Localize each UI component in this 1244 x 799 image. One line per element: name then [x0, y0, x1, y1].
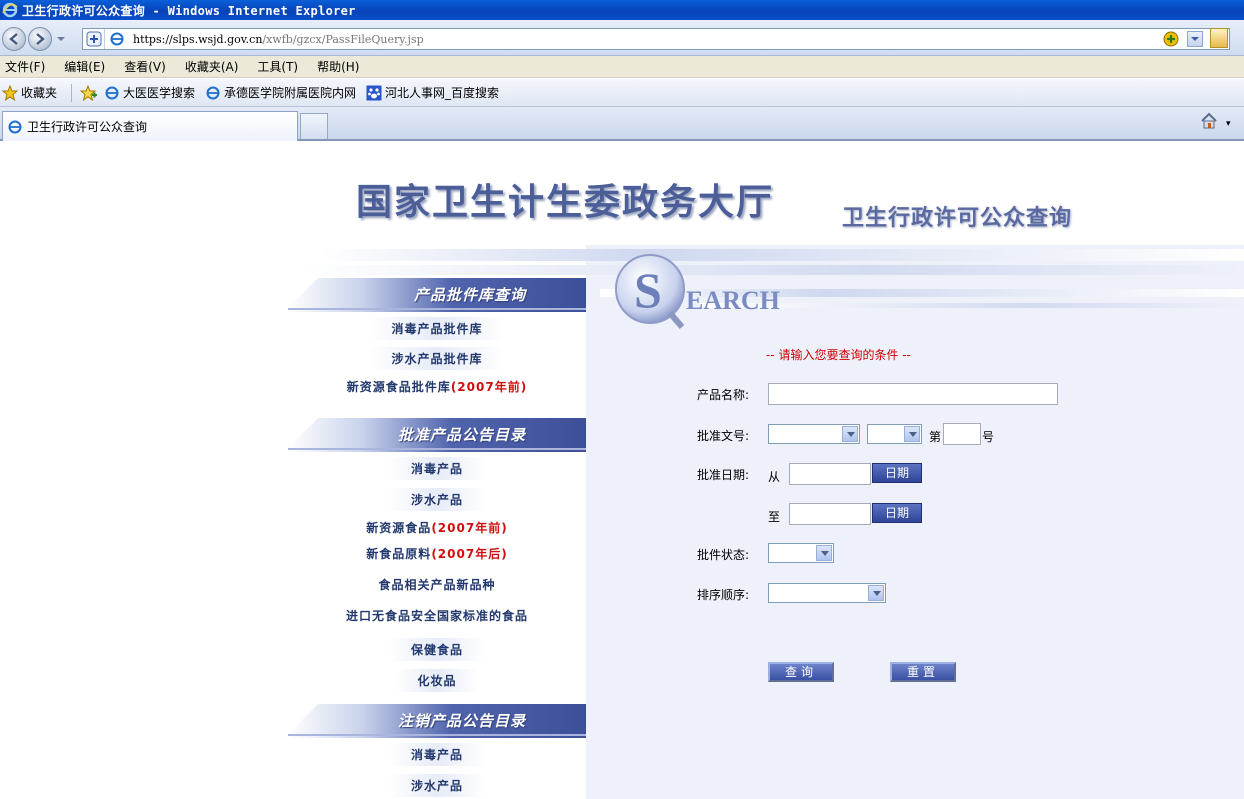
ie-page-icon	[8, 120, 22, 133]
menu-bar: 文件(F) 编辑(E) 查看(V) 收藏夹(A) 工具(T) 帮助(H)	[0, 56, 1244, 78]
approval-no-label: 批准文号:	[697, 429, 750, 443]
section-heading-3: 注销产品公告目录	[288, 704, 586, 738]
chevron-down-icon	[842, 426, 858, 442]
window-titlebar: 卫生行政许可公众查询 - Windows Internet Explorer	[0, 0, 1244, 20]
recent-pages-dropdown-icon[interactable]	[56, 34, 66, 44]
link-new-food-materials[interactable]: 新食品原料(2007年后)	[288, 545, 586, 562]
favorite-link-1-label: 大医医学搜索	[123, 86, 196, 100]
link-disinfection-approvals[interactable]: 消毒产品批件库	[288, 317, 586, 340]
baidu-paw-icon	[366, 85, 382, 100]
link-approved-disinfection[interactable]: 消毒产品	[288, 457, 586, 480]
section-heading-2: 批准产品公告目录	[288, 418, 586, 452]
search-logo-s: S	[634, 262, 662, 318]
favorites-button[interactable]: 收藏夹	[2, 84, 57, 101]
approval-no-number-input[interactable]	[943, 423, 981, 445]
favorite-link-3-label: 河北人事网_百度搜索	[385, 86, 500, 100]
reset-button[interactable]: 重置	[890, 662, 956, 682]
link-cosmetics[interactable]: 化妆品	[288, 669, 586, 692]
query-button[interactable]: 查询	[768, 662, 834, 682]
status-select[interactable]	[768, 543, 834, 563]
address-url[interactable]: https://slps.wsjd.gov.cn/xwfb/gzcx/PassF…	[133, 33, 424, 46]
tab-active[interactable]: 卫生行政许可公众查询	[2, 111, 298, 141]
favorite-link-1[interactable]: 大医医学搜索	[104, 84, 195, 101]
link-cancelled-disinfection[interactable]: 消毒产品	[288, 743, 586, 766]
link-cancelled-water[interactable]: 涉水产品	[288, 774, 586, 797]
chevron-down-icon	[816, 545, 832, 561]
approval-date-label: 批准日期:	[697, 468, 750, 482]
chevron-down-icon	[904, 426, 920, 442]
date-to-input[interactable]	[789, 503, 871, 525]
add-site-icon[interactable]	[83, 29, 105, 49]
new-tab-button[interactable]	[300, 113, 328, 139]
favorite-link-2[interactable]: 承德医学院附属医院内网	[205, 84, 356, 101]
tab-bar: 卫生行政许可公众查询	[0, 107, 1244, 141]
order-label: 排序顺序:	[697, 588, 750, 602]
favorite-link-2-label: 承德医学院附属医院内网	[224, 86, 357, 100]
date-to-button[interactable]: 日期	[872, 503, 922, 523]
menu-help[interactable]: 帮助(H)	[317, 58, 359, 75]
address-bar[interactable]: https://slps.wsjd.gov.cn/xwfb/gzcx/PassF…	[82, 28, 1230, 50]
lock-icon[interactable]	[1210, 28, 1228, 48]
back-button[interactable]	[2, 27, 26, 51]
banner-subtitle: 卫生行政许可公众查询	[842, 206, 1073, 231]
search-logo: S EARCH	[615, 254, 780, 329]
home-icon[interactable]	[1200, 112, 1218, 130]
ie-logo-icon	[2, 2, 18, 18]
home-dropdown-icon[interactable]: ▾	[1226, 119, 1231, 129]
favorites-bar: 收藏夹 大医医学搜索 承德医学院附属医院内网 河北人事网_百度搜索	[0, 79, 1244, 107]
search-hint: -- 请输入您要查询的条件 --	[766, 348, 911, 362]
tab-label: 卫生行政许可公众查询	[27, 120, 148, 134]
ie-page-icon	[110, 32, 124, 46]
to-label: 至	[768, 510, 781, 524]
link-approved-water[interactable]: 涉水产品	[288, 488, 586, 511]
menu-file[interactable]: 文件(F)	[5, 58, 45, 75]
link-food-related-products[interactable]: 食品相关产品新品种	[288, 576, 586, 593]
date-from-input[interactable]	[789, 463, 871, 485]
link-health-food[interactable]: 保健食品	[288, 638, 586, 661]
menu-edit[interactable]: 编辑(E)	[64, 58, 105, 75]
chevron-down-icon	[868, 585, 884, 601]
approval-no-year-select[interactable]	[867, 424, 922, 444]
link-approved-new-food[interactable]: 新资源食品(2007年前)	[288, 519, 586, 536]
from-label: 从	[768, 470, 781, 484]
favorite-link-3[interactable]: 河北人事网_百度搜索	[366, 84, 499, 101]
compatibility-view-icon[interactable]	[1163, 31, 1179, 47]
section-heading-1-text: 产品批件库查询	[413, 286, 526, 304]
order-select[interactable]	[768, 583, 886, 603]
approval-no-prefix-select[interactable]	[768, 424, 860, 444]
status-label: 批件状态:	[697, 548, 750, 562]
page-content: S EARCH 国家卫生计生委政务大厅 卫生行政许可公众查询 产品批件库查询 消…	[0, 143, 1244, 799]
address-dropdown-icon[interactable]	[1187, 31, 1203, 47]
back-arrow-icon	[9, 33, 18, 45]
menu-view[interactable]: 查看(V)	[124, 58, 166, 75]
product-name-input[interactable]	[768, 383, 1058, 405]
star-icon	[2, 84, 18, 101]
ie-page-icon	[105, 86, 119, 99]
approval-no-di: 第	[929, 430, 942, 444]
banner-title: 国家卫生计生委政务大厅	[356, 182, 775, 223]
date-from-button[interactable]: 日期	[872, 463, 922, 483]
menu-favorites[interactable]: 收藏夹(A)	[185, 58, 239, 75]
product-name-label: 产品名称:	[697, 388, 750, 402]
add-favorite-icon[interactable]	[80, 84, 98, 101]
section-heading-2-text: 批准产品公告目录	[397, 426, 526, 444]
approval-no-hao: 号	[982, 430, 995, 444]
menu-tools[interactable]: 工具(T)	[257, 58, 298, 75]
link-imported-food[interactable]: 进口无食品安全国家标准的食品	[288, 607, 586, 624]
search-logo-text: EARCH	[686, 286, 780, 315]
forward-arrow-icon	[36, 33, 45, 45]
link-water-approvals[interactable]: 涉水产品批件库	[288, 347, 586, 370]
favbar-separator	[71, 83, 73, 102]
ie-page-icon	[206, 86, 220, 99]
address-toolbar: https://slps.wsjd.gov.cn/xwfb/gzcx/PassF…	[0, 20, 1244, 56]
section-heading-3-text: 注销产品公告目录	[397, 712, 526, 730]
favorites-label: 收藏夹	[21, 86, 58, 100]
section-heading-1: 产品批件库查询	[288, 278, 586, 312]
forward-button[interactable]	[28, 27, 52, 51]
window-title: 卫生行政许可公众查询 - Windows Internet Explorer	[22, 3, 356, 18]
link-new-food-approvals[interactable]: 新资源食品批件库(2007年前)	[288, 378, 586, 395]
